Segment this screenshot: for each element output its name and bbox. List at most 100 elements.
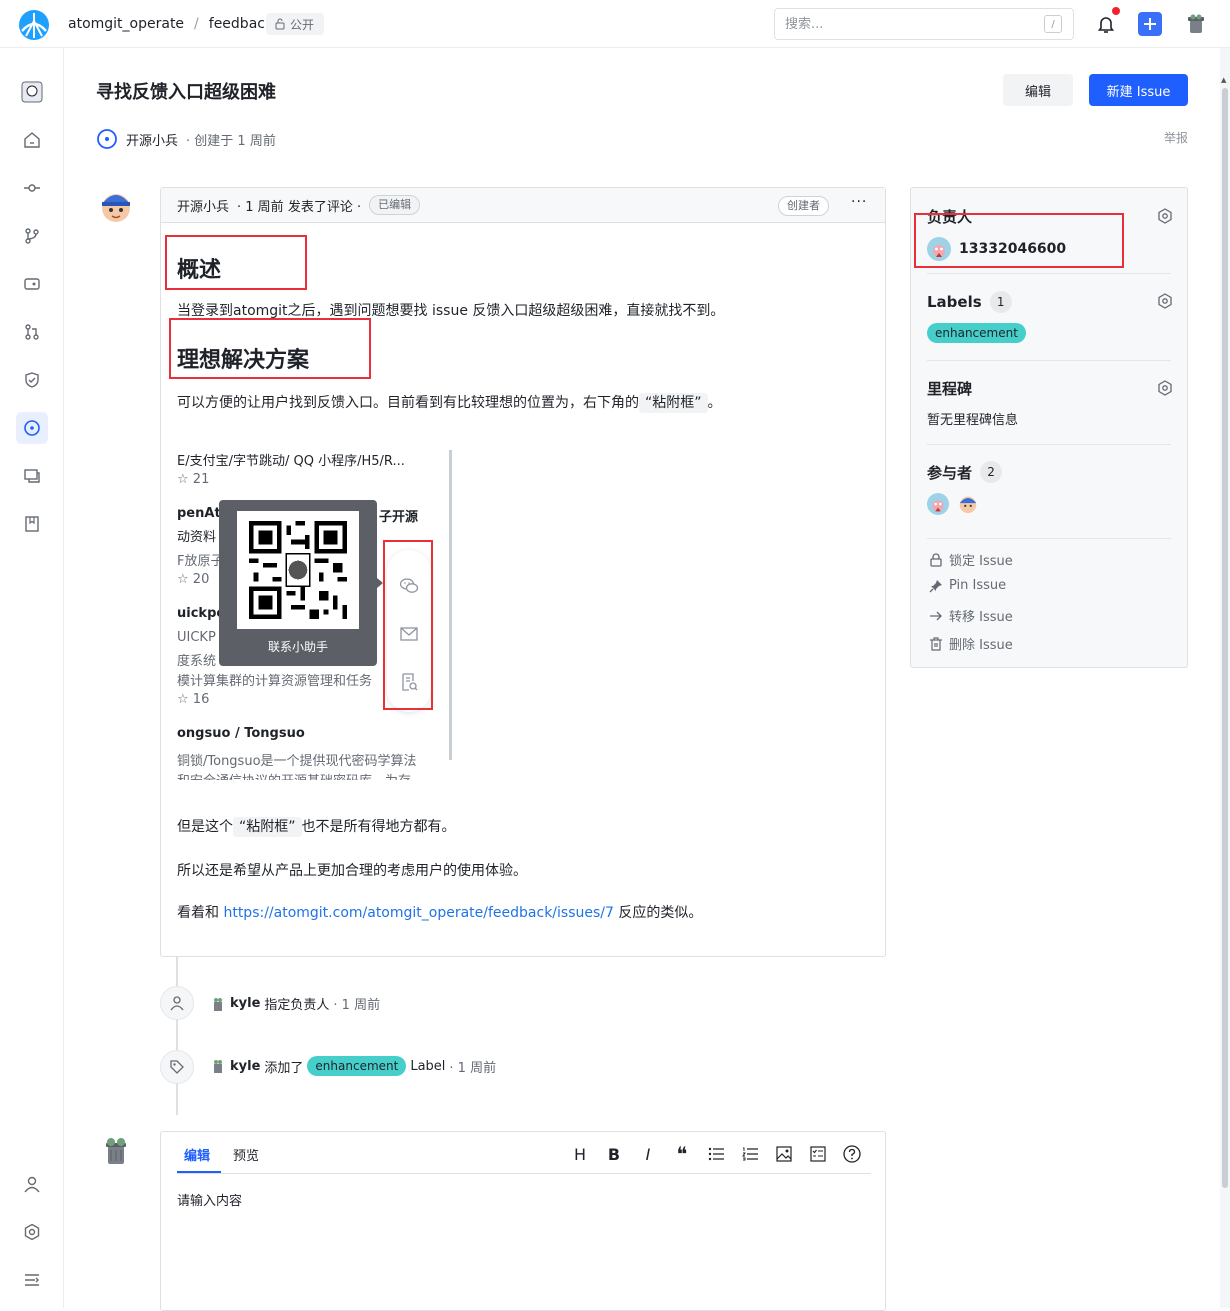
milestone-section: 里程碑 暂无里程碑信息 — [927, 378, 1173, 428]
para4-pre: 看着和 — [177, 905, 219, 921]
issue-open-icon — [97, 129, 117, 149]
lock-issue-action[interactable]: 锁定 Issue — [929, 550, 1013, 569]
branch-icon[interactable] — [20, 224, 44, 248]
participant-avatar[interactable] — [927, 493, 949, 515]
wiki-book-icon[interactable] — [20, 512, 44, 536]
tag-icon[interactable] — [20, 272, 44, 296]
annotation-box-solution — [169, 318, 371, 379]
discussion-icon[interactable] — [20, 464, 44, 488]
user-avatar[interactable] — [1184, 12, 1208, 36]
scroll-up-arrow-icon[interactable]: ▲ — [1221, 76, 1226, 84]
heading-tool-button[interactable]: H — [569, 1143, 591, 1165]
tab-preview[interactable]: 预览 — [233, 1145, 259, 1164]
assignee-gear-icon[interactable] — [1157, 208, 1173, 224]
timeline-suffix: Label — [410, 1058, 446, 1074]
tab-edit[interactable]: 编辑 — [184, 1145, 210, 1164]
help-icon[interactable] — [841, 1143, 863, 1165]
new-issue-button[interactable]: 新建 Issue — [1089, 74, 1188, 106]
home-icon[interactable] — [20, 128, 44, 152]
commit-icon[interactable] — [20, 176, 44, 200]
comment-header: 开源小兵 · 1 周前 发表了评论 · 已编辑 创建者 ··· — [161, 188, 885, 223]
quote-tool-button[interactable]: ❝ — [671, 1142, 693, 1166]
qr-code-image — [237, 511, 359, 629]
shot-line: 子开源 — [379, 510, 419, 525]
label-enhancement[interactable]: enhancement — [927, 323, 1026, 343]
timeline-user[interactable]: kyle — [230, 996, 260, 1011]
scrollbar-thumb[interactable] — [1222, 88, 1228, 1188]
lock-icon — [930, 552, 942, 567]
atomgit-logo[interactable] — [18, 9, 50, 41]
para2-pre: 但是这个 — [177, 819, 233, 835]
solution-text: 可以方便的让用户找到反馈入口。目前看到有比较理想的位置为，右下角的 “粘附框”。 — [177, 392, 722, 413]
shield-check-icon[interactable] — [20, 368, 44, 392]
member-icon[interactable] — [20, 1172, 44, 1196]
timeline-assignee-text: kyle 指定负责人 · 1 周前 — [210, 994, 380, 1013]
milestone-value: 暂无里程碑信息 — [927, 413, 1019, 428]
kyle-avatar[interactable] — [210, 1058, 226, 1074]
breadcrumb: atomgit_operate / feedback — [68, 15, 273, 33]
shot-line: 和安全通信协议的开源基础密码库，为存 — [177, 770, 411, 780]
divider — [927, 538, 1171, 539]
delete-issue-action[interactable]: 删除 Issue — [929, 634, 1013, 653]
notification-dot — [1112, 7, 1120, 15]
enhancement-label[interactable]: enhancement — [307, 1056, 407, 1076]
issues-icon[interactable] — [16, 412, 48, 444]
collapse-sidebar-icon[interactable] — [20, 1268, 44, 1292]
ordered-list-icon[interactable] — [739, 1143, 761, 1165]
bullet-list-icon[interactable] — [705, 1143, 727, 1165]
shot-line: 铜锁/Tongsuo是一个提供现代密码学算法 — [177, 754, 417, 769]
transfer-issue-label: 转移 Issue — [949, 610, 1013, 625]
edited-badge[interactable]: 已编辑 — [369, 195, 421, 215]
comment-author[interactable]: 开源小兵 — [177, 196, 229, 215]
visibility-badge: 公开 — [266, 13, 325, 35]
issue-author[interactable]: 开源小兵 — [126, 130, 178, 149]
labels-section: Labels 1 enhancement — [927, 291, 1173, 343]
breadcrumb-repo[interactable]: feedback — [209, 15, 273, 33]
comment-textarea[interactable] — [177, 1190, 867, 1290]
labels-gear-icon[interactable] — [1157, 293, 1173, 309]
timeline-line — [176, 957, 178, 1115]
transfer-issue-action[interactable]: 转移 Issue — [929, 606, 1013, 625]
settings-icon[interactable] — [20, 1220, 44, 1244]
trash-icon — [930, 636, 942, 651]
milestone-gear-icon[interactable] — [1157, 380, 1173, 396]
timeline-label-text: kyle 添加了 enhancement Label · 1 周前 — [210, 1056, 496, 1076]
repo-avatar-icon[interactable] — [20, 80, 44, 104]
kyle-avatar[interactable] — [210, 996, 226, 1012]
participants-avatars — [927, 493, 1171, 515]
pin-icon — [929, 579, 942, 592]
participant-avatar[interactable] — [957, 493, 979, 515]
more-options-icon[interactable]: ··· — [851, 194, 867, 210]
pin-issue-action[interactable]: Pin Issue — [929, 578, 1006, 593]
issue-title: 寻找反馈入口超级困难 — [96, 82, 276, 103]
italic-tool-button[interactable]: I — [637, 1143, 659, 1165]
current-user-avatar[interactable] — [100, 1134, 132, 1166]
embedded-screenshot-image[interactable]: E/支付宝/字节跳动/ QQ 小程序/H5/R... ☆ 21 penAt 子开… — [177, 450, 453, 780]
task-list-icon[interactable] — [807, 1143, 829, 1165]
label-tag-icon — [170, 1060, 184, 1074]
pull-request-icon[interactable] — [20, 320, 44, 344]
bell-icon[interactable] — [1095, 13, 1117, 35]
lock-issue-label: 锁定 Issue — [949, 554, 1013, 569]
image-icon[interactable] — [773, 1143, 795, 1165]
left-sidebar — [0, 48, 64, 1308]
breadcrumb-owner[interactable]: atomgit_operate — [68, 15, 184, 33]
author-avatar[interactable] — [96, 186, 136, 226]
sticky-box-code: “粘附框” — [639, 393, 708, 413]
annotation-box-overview — [165, 235, 307, 290]
active-tab-indicator — [177, 1171, 221, 1173]
edit-issue-button[interactable]: 编辑 — [1003, 74, 1073, 106]
timeline-user[interactable]: kyle — [230, 1059, 260, 1074]
delete-issue-label: 删除 Issue — [949, 638, 1013, 653]
comment-editor: 编辑 预览 H B I ❝ — [160, 1131, 886, 1311]
issue-7-link[interactable]: https://atomgit.com/atomgit_operate/feed… — [223, 905, 613, 921]
pin-issue-label: Pin Issue — [949, 578, 1007, 593]
create-plus-button[interactable] — [1138, 12, 1162, 36]
bold-tool-button[interactable]: B — [603, 1143, 625, 1165]
timeline-time: · 1 周前 — [449, 1060, 497, 1076]
report-link[interactable]: 举报 — [1164, 129, 1188, 146]
shot-line: 模计算集群的计算资源管理和任务 — [177, 674, 373, 689]
paragraph-reference: 看着和 https://atomgit.com/atomgit_operate/… — [177, 902, 702, 922]
search-input[interactable] — [774, 8, 1074, 40]
creator-badge: 创建者 — [778, 196, 829, 216]
